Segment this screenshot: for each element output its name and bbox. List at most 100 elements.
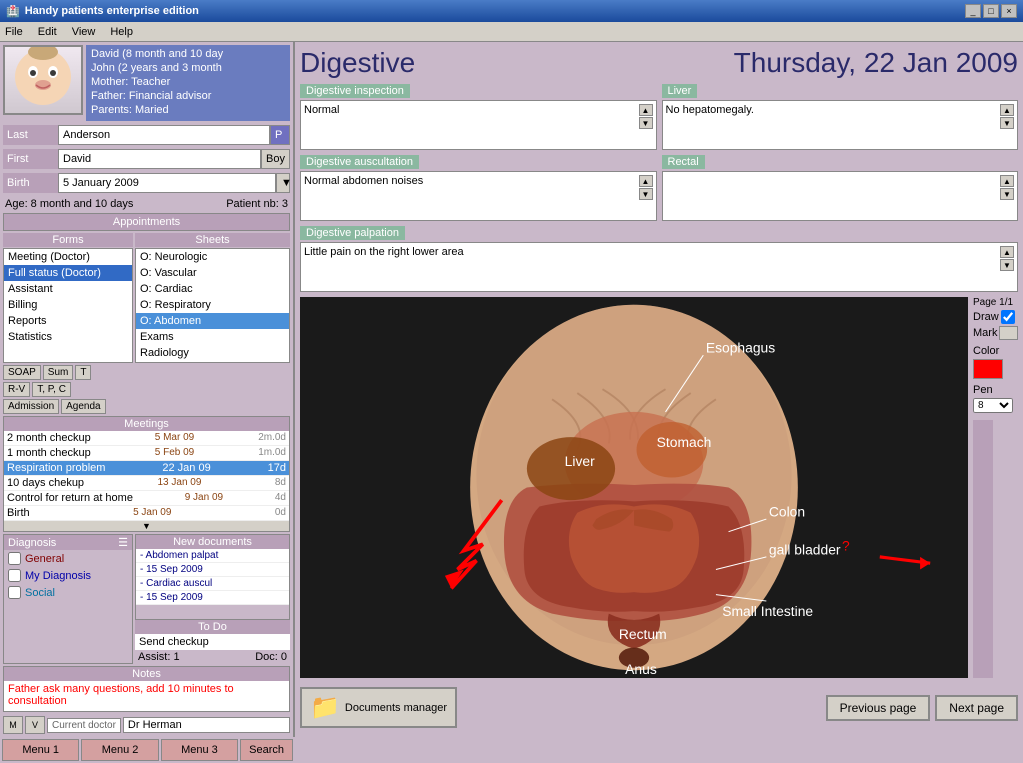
new-doc-0[interactable]: - Abdomen palpat (136, 549, 289, 563)
title-bar-left: 🏥 Handy patients enterprise edition (6, 5, 199, 18)
birth-dropdown[interactable]: ▼ (276, 173, 290, 193)
folder-icon: 📁 (310, 693, 340, 722)
sheet-item-3[interactable]: O: Respiratory (136, 297, 289, 313)
svg-text:Rectum: Rectum (619, 626, 667, 642)
documents-manager-button[interactable]: 📁 Documents manager (300, 687, 457, 728)
new-doc-3[interactable]: - 15 Sep 2009 (136, 591, 289, 605)
todo-item-0[interactable]: Send checkup (135, 634, 290, 650)
menu3-button[interactable]: Menu 3 (161, 739, 238, 761)
doctor-name: Dr Herman (123, 717, 290, 733)
anatomy-illustration: Liver Stomach Esophagus Colon (300, 297, 968, 678)
t-btn[interactable]: T (75, 365, 91, 380)
tpc-btn[interactable]: T, P, C (32, 382, 71, 397)
diagnosis-mydiag[interactable]: My Diagnosis (4, 567, 132, 584)
digestive-inspection-value[interactable]: Normal ▲ ▼ (300, 100, 657, 150)
draw-label: Draw (973, 311, 999, 323)
scroll-down-btn[interactable]: ▼ (639, 117, 653, 129)
meeting-row-1[interactable]: 1 month checkup 5 Feb 09 1m.0d (4, 446, 289, 461)
search-button[interactable]: Search (240, 739, 293, 761)
v-button[interactable]: V (25, 716, 45, 734)
sum-btn[interactable]: Sum (43, 365, 74, 380)
meeting-row-4[interactable]: Control for return at home 9 Jan 09 4d (4, 491, 289, 506)
appointments-button[interactable]: Appointments (3, 213, 290, 231)
diagnosis-general-check[interactable] (8, 552, 21, 565)
last-value[interactable]: Anderson (58, 125, 270, 145)
liver-value[interactable]: No hepatomegaly. ▲ ▼ (662, 100, 1019, 150)
forms-item-2[interactable]: Assistant (4, 281, 132, 297)
new-doc-1[interactable]: - 15 Sep 2009 (136, 563, 289, 577)
sheet-item-6[interactable]: Radiology (136, 345, 289, 361)
svg-text:Liver: Liver (565, 453, 595, 469)
pen-select[interactable]: 8 (973, 398, 1013, 413)
forms-item-1[interactable]: Full status (Doctor) (4, 265, 132, 281)
sheet-item-0[interactable]: O: Neurologic (136, 249, 289, 265)
maximize-button[interactable]: □ (983, 4, 999, 18)
app-icon: 🏥 (6, 5, 20, 18)
last-btn[interactable]: P (270, 125, 290, 145)
liver-scroll-up[interactable]: ▲ (1000, 104, 1014, 116)
menu-help[interactable]: Help (110, 26, 133, 38)
palpation-scroll-down[interactable]: ▼ (1000, 259, 1014, 271)
sheet-item-4[interactable]: O: Abdomen (136, 313, 289, 329)
minimize-button[interactable]: _ (965, 4, 981, 18)
color-swatch-red[interactable] (973, 359, 1003, 379)
forms-item-3[interactable]: Billing (4, 297, 132, 313)
m-button[interactable]: M (3, 716, 23, 734)
palpation-scroll[interactable]: ▲ ▼ (1000, 246, 1014, 288)
liver-scroll-down[interactable]: ▼ (1000, 117, 1014, 129)
forms-item-0[interactable]: Meeting (Doctor) (4, 249, 132, 265)
sheets-list[interactable]: O: Neurologic O: Vascular O: Cardiac O: … (135, 248, 290, 363)
auscultation-scroll[interactable]: ▲ ▼ (639, 175, 653, 217)
new-doc-2[interactable]: - Cardiac auscul (136, 577, 289, 591)
drawing-canvas[interactable]: Liver Stomach Esophagus Colon (300, 297, 968, 678)
palpation-scroll-up[interactable]: ▲ (1000, 246, 1014, 258)
previous-page-button[interactable]: Previous page (826, 695, 931, 721)
rectal-scroll[interactable]: ▲ ▼ (1000, 175, 1014, 217)
rectal-value[interactable]: ▲ ▼ (662, 171, 1019, 221)
svg-text:gall bladder: gall bladder (769, 541, 841, 557)
rectal-scroll-down[interactable]: ▼ (1000, 188, 1014, 200)
forms-list[interactable]: Meeting (Doctor) Full status (Doctor) As… (3, 248, 133, 363)
sheet-item-7[interactable]: Summary (136, 361, 289, 363)
liver-scroll[interactable]: ▲ ▼ (1000, 104, 1014, 146)
diagnosis-social[interactable]: Social (4, 584, 132, 601)
sheet-item-1[interactable]: O: Vascular (136, 265, 289, 281)
forms-item-4[interactable]: Reports (4, 313, 132, 329)
next-page-button[interactable]: Next page (935, 695, 1018, 721)
soap-btn[interactable]: SOAP (3, 365, 41, 380)
digestive-auscultation-value[interactable]: Normal abdomen noises ▲ ▼ (300, 171, 657, 221)
diagnosis-social-check[interactable] (8, 586, 21, 599)
rv-btn[interactable]: R-V (3, 382, 30, 397)
menu-edit[interactable]: Edit (38, 26, 57, 38)
first-value[interactable]: David (58, 149, 261, 169)
diagnosis-menu[interactable]: ☰ (118, 536, 128, 549)
menu-view[interactable]: View (72, 26, 96, 38)
auscultation-scroll-down[interactable]: ▼ (639, 188, 653, 200)
sheet-item-5[interactable]: Exams (136, 329, 289, 345)
menu1-button[interactable]: Menu 1 (2, 739, 79, 761)
meetings-scroll-down[interactable]: ▼ (4, 521, 289, 531)
menu-file[interactable]: File (5, 26, 23, 38)
meeting-row-3[interactable]: 10 days chekup 13 Jan 09 8d (4, 476, 289, 491)
diagnosis-general[interactable]: General (4, 550, 132, 567)
admission-btn[interactable]: Admission (3, 399, 59, 414)
birth-value[interactable]: 5 January 2009 (58, 173, 276, 193)
draw-checkbox[interactable] (1001, 310, 1015, 324)
agenda-btn[interactable]: Agenda (61, 399, 105, 414)
meeting-row-2[interactable]: Respiration problem 22 Jan 09 17d (4, 461, 289, 476)
meeting-row-0[interactable]: 2 month checkup 5 Mar 09 2m.0d (4, 431, 289, 446)
menu2-button[interactable]: Menu 2 (81, 739, 158, 761)
digestive-palpation-value[interactable]: Little pain on the right lower area ▲ ▼ (300, 242, 1018, 292)
doc-count: Doc: 0 (255, 651, 287, 663)
scroll-up-btn[interactable]: ▲ (639, 104, 653, 116)
side-scroll[interactable] (973, 420, 993, 678)
close-button[interactable]: × (1001, 4, 1017, 18)
rectal-scroll-up[interactable]: ▲ (1000, 175, 1014, 187)
sheet-item-2[interactable]: O: Cardiac (136, 281, 289, 297)
auscultation-scroll-up[interactable]: ▲ (639, 175, 653, 187)
forms-item-5[interactable]: Statistics (4, 329, 132, 345)
diagnosis-mydiag-check[interactable] (8, 569, 21, 582)
title-bar-controls[interactable]: _ □ × (965, 4, 1017, 18)
inspection-scroll[interactable]: ▲ ▼ (639, 104, 653, 146)
meeting-row-5[interactable]: Birth 5 Jan 09 0d (4, 506, 289, 521)
